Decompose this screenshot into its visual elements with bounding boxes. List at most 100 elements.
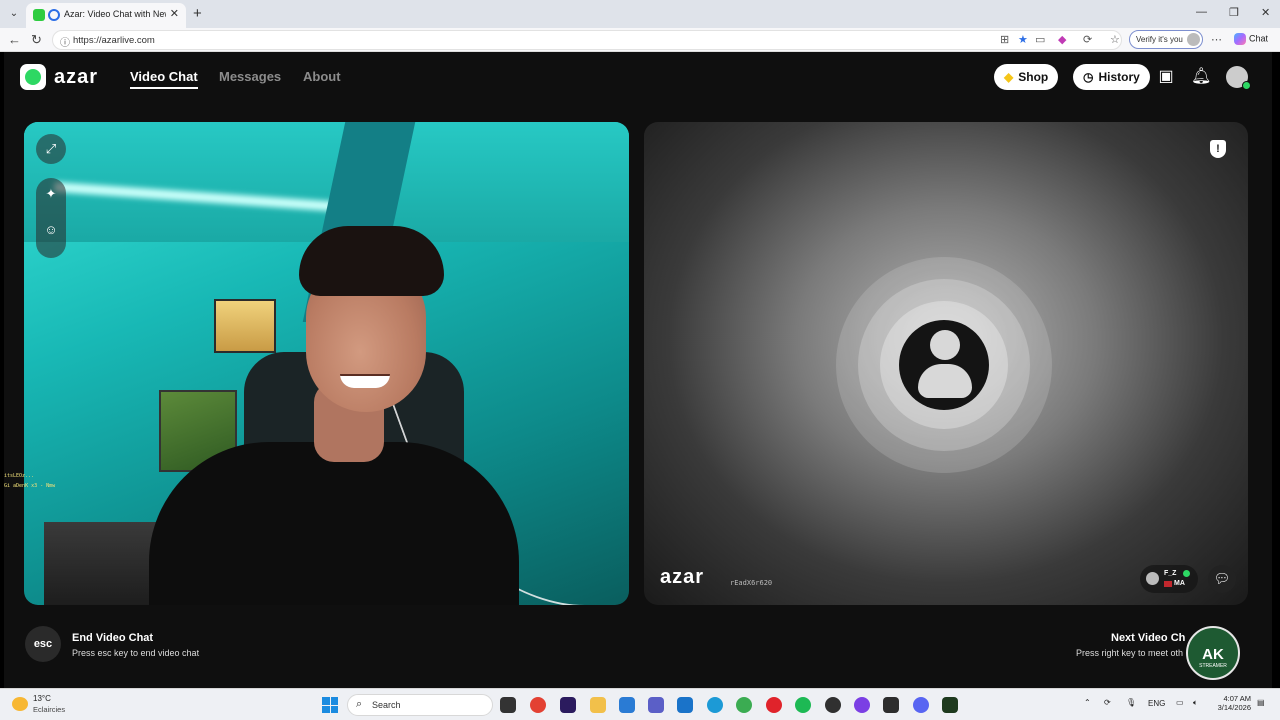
logo-text: azar [54,65,99,88]
session-code: rEadX6r620 [730,579,773,587]
nav-messages[interactable]: Messages [219,69,281,84]
profile-avatar[interactable] [1226,66,1251,90]
discord-icon[interactable] [913,697,929,713]
browser-tab[interactable]: Azar: Video Chat with New Pe ✕ [26,3,186,28]
more-menu-icon[interactable]: ⋯ [1211,33,1222,46]
face-filter-icon[interactable]: ☺ [36,222,66,237]
spotify-icon[interactable] [795,697,811,713]
clock-icon: ◷ [1083,70,1094,84]
swap-view-icon[interactable]: ⤢ [36,134,66,164]
copilot-label: Chat [1249,33,1269,44]
network-icon[interactable]: ▭ [1176,698,1184,707]
maximize-icon[interactable]: ❐ [1229,6,1239,19]
obs-icon[interactable] [825,697,841,713]
taskbar-search[interactable]: ⌕ Search [347,694,493,716]
online-status-dot [1242,81,1251,90]
shop-button[interactable]: ◆ Shop [994,64,1059,90]
azar-logo[interactable]: azar [20,64,98,90]
azar-logo-icon [20,64,46,90]
refresh-icon[interactable]: ↻ [31,32,42,48]
end-chat-hint: Press esc key to end video chat [72,648,200,658]
task-view-icon[interactable] [500,697,516,713]
browser-toolbar: ← ↻ ⓘ https://azarlive.com ⊞ ★ ▭ ◆ ⟳ ☆ V… [0,28,1280,52]
history-button[interactable]: ◷ History [1073,64,1150,90]
outlook-icon[interactable] [677,697,693,713]
history-label: History [1098,70,1140,84]
magic-wand-icon[interactable]: ✦ [36,186,66,202]
close-tab-icon[interactable]: ✕ [170,7,179,20]
volume-icon[interactable]: 🔈︎ [1193,698,1198,708]
camera-in-use-icon[interactable]: ▭ [1035,33,1045,46]
inventory-box-icon[interactable]: ▣ [1156,67,1176,87]
tab-title: Azar: Video Chat with New Pe [64,9,166,19]
search-placeholder: Search [372,700,401,710]
chat-bubble-icon[interactable]: 💬︎ [1208,565,1236,593]
site-info-icon[interactable]: ⓘ [60,34,70,49]
opera-icon[interactable] [766,697,782,713]
video-person-body [149,442,519,605]
verify-label: Verify it's you [1136,35,1183,44]
app-purple-icon[interactable] [854,697,870,713]
whatsapp-favicon-icon [33,9,45,21]
esc-key-button[interactable]: esc [25,626,61,662]
video-scene-shelf [44,522,164,605]
remote-video: ! azar rEadX6r620 F_Z MA 💬︎ [644,122,1248,605]
system-clock[interactable]: 4:07 AM 3/14/2026 [1213,694,1251,712]
azar-watermark: azar [660,566,705,588]
url-text: https://azarlive.com [73,35,155,46]
peer-info-chip[interactable]: F_Z MA [1140,565,1198,593]
browser-tabbar: ⌄ Azar: Video Chat with New Pe ✕ + — ❐ ✕ [0,0,1280,28]
new-tab-icon[interactable]: + [193,5,202,22]
terminal-icon[interactable] [883,697,899,713]
nav-about[interactable]: About [303,69,341,84]
peer-avatar-icon [930,330,960,360]
tab-actions-icon[interactable]: ⌄ [6,6,22,22]
nav-video-chat[interactable]: Video Chat [130,69,198,89]
file-explorer-icon[interactable] [590,697,606,713]
tray-expand-icon[interactable]: ⌃ [1084,698,1091,707]
edge-icon[interactable] [707,697,723,713]
notifications-icon[interactable]: ▤ [1257,698,1265,707]
favorites-icon[interactable]: ☆ [1110,33,1120,46]
streaming-app-icon[interactable] [942,697,958,713]
address-bar[interactable]: ⓘ https://azarlive.com [52,30,1122,50]
profile-avatar-icon [1187,33,1200,46]
clock-date: 3/14/2026 [1217,703,1251,712]
local-video: ⤢ ✦ ☺ [24,122,629,605]
stream-overlay-line: itsLEOz... [4,473,35,479]
end-chat-title[interactable]: End Video Chat [72,632,153,644]
close-window-icon[interactable]: ✕ [1261,6,1270,19]
report-shield-icon[interactable]: ! [1210,140,1226,158]
chrome-icon-2[interactable] [736,697,752,713]
azar-app: azar Video Chat Messages About ◆ Shop ◷ … [4,52,1272,688]
start-windows-icon[interactable] [322,697,338,713]
peer-avatar-small-icon [1146,572,1159,585]
favorite-star-icon[interactable]: ★ [1018,33,1028,46]
chrome-icon[interactable] [530,697,546,713]
next-chat-title[interactable]: Next Video Ch [1111,632,1185,644]
store-icon[interactable] [619,697,635,713]
language-indicator[interactable]: ENG [1148,699,1165,708]
weather-condition: Eclaircies [33,705,66,714]
badge-text: AK [1202,646,1224,663]
video-scene-picture [214,299,276,353]
verify-profile-button[interactable]: Verify it's you [1129,30,1203,49]
notification-bell-icon[interactable]: 🔔︎ [1191,67,1211,87]
copilot-icon [1234,33,1246,45]
apps-icon[interactable]: ⊞ [1000,33,1009,46]
premiere-icon[interactable] [560,697,576,713]
effects-toolbar: ✦ ☺ [36,178,66,258]
stream-overlay-line: Gi aDenK x3 - Nmw [4,483,56,489]
extension-icon[interactable]: ◆ [1058,33,1066,46]
microphone-icon[interactable]: 🎙︎ [1126,698,1136,707]
extensions-puzzle-icon[interactable]: ⟳ [1083,33,1092,46]
minimize-icon[interactable]: — [1196,6,1207,18]
peer-country: MA [1174,580,1185,587]
search-icon: ⌕ [356,698,363,710]
gem-icon: ◆ [1004,70,1014,84]
streamer-logo-badge: AK STREAMER [1186,626,1240,680]
back-icon[interactable]: ← [8,32,21,47]
teams-icon[interactable] [648,697,664,713]
sync-icon[interactable]: ⟳ [1104,698,1111,707]
copilot-chat-button[interactable]: Chat [1234,33,1268,45]
